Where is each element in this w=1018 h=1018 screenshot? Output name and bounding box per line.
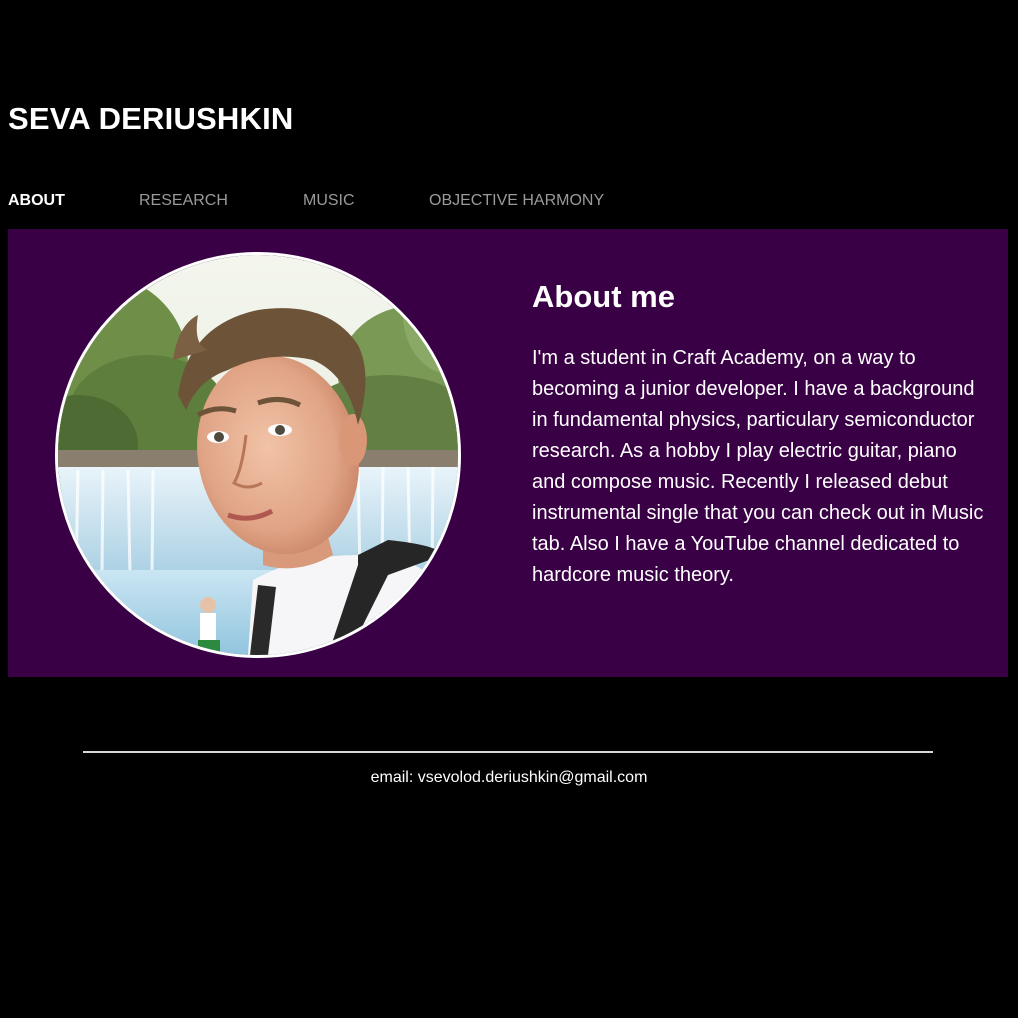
nav-item-objective-harmony[interactable]: OBJECTIVE HARMONY	[429, 190, 604, 212]
footer-email[interactable]: email: vsevolod.deriushkin@gmail.com	[0, 768, 1018, 788]
nav-item-music[interactable]: MUSIC	[303, 190, 355, 212]
about-panel: About me I'm a student in Craft Academy,…	[8, 229, 1008, 677]
nav-item-about[interactable]: ABOUT	[8, 190, 65, 212]
about-text: I'm a student in Craft Academy, on a way…	[532, 347, 984, 586]
page: SEVA DERIUSHKIN ABOUT RESEARCH MUSIC OBJ…	[0, 0, 1018, 1018]
footer-divider	[83, 751, 933, 753]
profile-photo	[55, 252, 461, 658]
site-title: SEVA DERIUSHKIN	[8, 101, 294, 136]
about-heading: About me	[532, 279, 675, 314]
nav-item-research[interactable]: RESEARCH	[139, 190, 228, 212]
